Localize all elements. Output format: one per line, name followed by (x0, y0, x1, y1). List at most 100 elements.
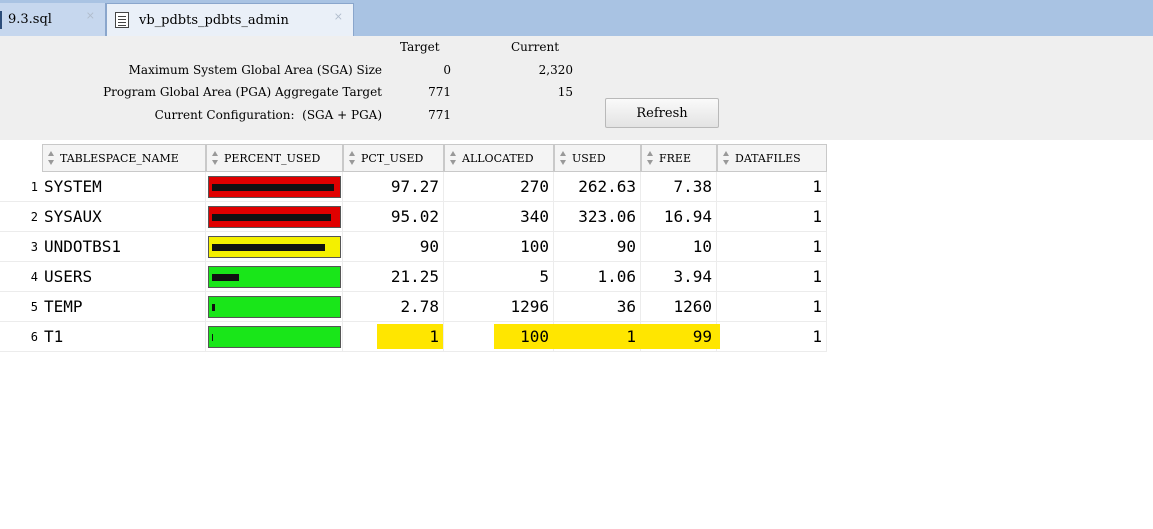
percent-used-bar (208, 266, 341, 288)
pct-used-cell[interactable]: 95.02 (343, 202, 444, 232)
table-row[interactable]: 4 USERS 21.25 5 1.06 3.94 1 (0, 262, 827, 292)
allocated-cell[interactable]: 270 (444, 172, 554, 202)
used-cell[interactable]: 1.06 (554, 262, 641, 292)
table-row[interactable]: 5 TEMP 2.78 1296 36 1260 1 (0, 292, 827, 322)
allocated-cell[interactable]: 1296 (444, 292, 554, 322)
percent-used-bar (208, 176, 341, 198)
sga-size-label: Maximum System Global Area (SGA) Size (128, 63, 382, 77)
free-cell[interactable]: 10 (641, 232, 717, 262)
sort-icon (47, 151, 56, 165)
column-header-tablespace-name[interactable]: TABLESPACE_NAME (42, 144, 206, 172)
datafiles-cell[interactable]: 1 (717, 322, 827, 352)
column-header-used[interactable]: USED (554, 144, 641, 172)
pct-used-cell-text: 90 (419, 237, 439, 256)
close-icon[interactable]: × (86, 9, 95, 22)
row-number-text: 5 (30, 299, 38, 314)
tablespace-name-cell[interactable]: TEMP (42, 292, 206, 322)
tablespace-name-cell[interactable]: SYSAUX (42, 202, 206, 232)
free-cell[interactable]: 16.94 (641, 202, 717, 232)
pct-used-cell[interactable]: 21.25 (343, 262, 444, 292)
row-number[interactable]: 3 (0, 232, 42, 262)
free-cell[interactable]: 1260 (641, 292, 717, 322)
refresh-button[interactable]: Refresh (605, 98, 719, 128)
highlight-marker (494, 324, 641, 349)
sort-icon (211, 151, 220, 165)
close-icon[interactable]: × (334, 10, 343, 23)
percent-used-cell[interactable] (206, 322, 343, 352)
table-row[interactable]: 2 SYSAUX 95.02 340 323.06 16.94 1 (0, 202, 827, 232)
percent-used-cell[interactable] (206, 292, 343, 322)
column-header-free[interactable]: FREE (641, 144, 717, 172)
tablespace-name-cell[interactable]: UNDOTBS1 (42, 232, 206, 262)
table-row[interactable]: 6 T1 1 100 1 99 1 (0, 322, 827, 352)
allocated-cell[interactable]: 340 (444, 202, 554, 232)
percent-used-bar-fill (212, 334, 213, 341)
pct-used-cell[interactable]: 97.27 (343, 172, 444, 202)
sga-current-value: 2,320 (538, 63, 573, 77)
row-number[interactable]: 1 (0, 172, 42, 202)
column-header-datafiles[interactable]: DATAFILES (717, 144, 827, 172)
tablespace-name-cell-text: SYSTEM (44, 177, 102, 196)
datafiles-cell[interactable]: 1 (717, 232, 827, 262)
tablespace-name-cell[interactable]: T1 (42, 322, 206, 352)
used-cell[interactable]: 90 (554, 232, 641, 262)
pga-current-value: 15 (557, 85, 573, 99)
column-header-label: PCT_USED (361, 151, 424, 165)
datafiles-cell[interactable]: 1 (717, 202, 827, 232)
row-number[interactable]: 5 (0, 292, 42, 322)
row-number-text: 2 (30, 209, 38, 224)
percent-used-cell[interactable] (206, 172, 343, 202)
column-header-label: DATAFILES (735, 151, 801, 165)
table-row[interactable]: 1 SYSTEM 97.27 270 262.63 7.38 1 (0, 172, 827, 202)
tab-vb-pdbts-pdbts-admin[interactable]: vb_pdbts_pdbts_admin × (106, 3, 354, 36)
tablespace-name-cell[interactable]: USERS (42, 262, 206, 292)
free-cell-text: 1260 (673, 297, 712, 316)
percent-used-bar-fill (212, 274, 239, 281)
column-header-allocated[interactable]: ALLOCATED (444, 144, 554, 172)
tablespace-name-cell[interactable]: SYSTEM (42, 172, 206, 202)
pct-used-cell[interactable]: 2.78 (343, 292, 444, 322)
datafiles-cell[interactable]: 1 (717, 172, 827, 202)
pga-target-label: Program Global Area (PGA) Aggregate Targ… (103, 85, 382, 99)
pct-used-cell-text: 97.27 (390, 177, 439, 196)
used-cell-text: 262.63 (578, 177, 636, 196)
percent-used-cell[interactable] (206, 202, 343, 232)
free-cell-text: 7.38 (673, 177, 712, 196)
free-cell[interactable]: 7.38 (641, 172, 717, 202)
allocated-cell[interactable]: 5 (444, 262, 554, 292)
row-number[interactable]: 4 (0, 262, 42, 292)
document-icon (115, 12, 129, 28)
allocated-cell-text: 270 (520, 177, 549, 196)
pct-used-cell[interactable]: 90 (343, 232, 444, 262)
datafiles-cell[interactable]: 1 (717, 292, 827, 322)
column-header-pct-used[interactable]: PCT_USED (343, 144, 444, 172)
row-number[interactable]: 6 (0, 322, 42, 352)
datafiles-cell-text: 1 (812, 327, 822, 346)
table-row[interactable]: 3 UNDOTBS1 90 100 90 10 1 (0, 232, 827, 262)
used-cell[interactable]: 262.63 (554, 172, 641, 202)
tab-9-3-sql[interactable]: 9.3.sql × (0, 3, 106, 36)
percent-used-cell[interactable] (206, 232, 343, 262)
used-cell-text: 36 (616, 297, 636, 316)
column-header-label: FREE (659, 151, 691, 165)
row-number-text: 3 (30, 239, 38, 254)
percent-used-cell[interactable] (206, 262, 343, 292)
allocated-cell-text: 1296 (510, 297, 549, 316)
datafiles-cell-text: 1 (812, 177, 822, 196)
used-cell-text: 323.06 (578, 207, 636, 226)
percent-used-bar (208, 206, 341, 228)
row-number-text: 4 (30, 269, 38, 284)
used-cell[interactable]: 323.06 (554, 202, 641, 232)
tablespace-name-cell-text: TEMP (44, 297, 83, 316)
column-header-percent-used[interactable]: PERCENT_USED (206, 144, 343, 172)
current-header: Current (511, 40, 560, 54)
used-cell[interactable]: 36 (554, 292, 641, 322)
pga-target-value: 771 (428, 85, 451, 99)
percent-used-bar (208, 326, 341, 348)
free-cell[interactable]: 3.94 (641, 262, 717, 292)
datafiles-cell[interactable]: 1 (717, 262, 827, 292)
datafiles-cell-text: 1 (812, 207, 822, 226)
allocated-cell[interactable]: 100 (444, 232, 554, 262)
percent-used-bar-fill (212, 214, 331, 221)
row-number[interactable]: 2 (0, 202, 42, 232)
